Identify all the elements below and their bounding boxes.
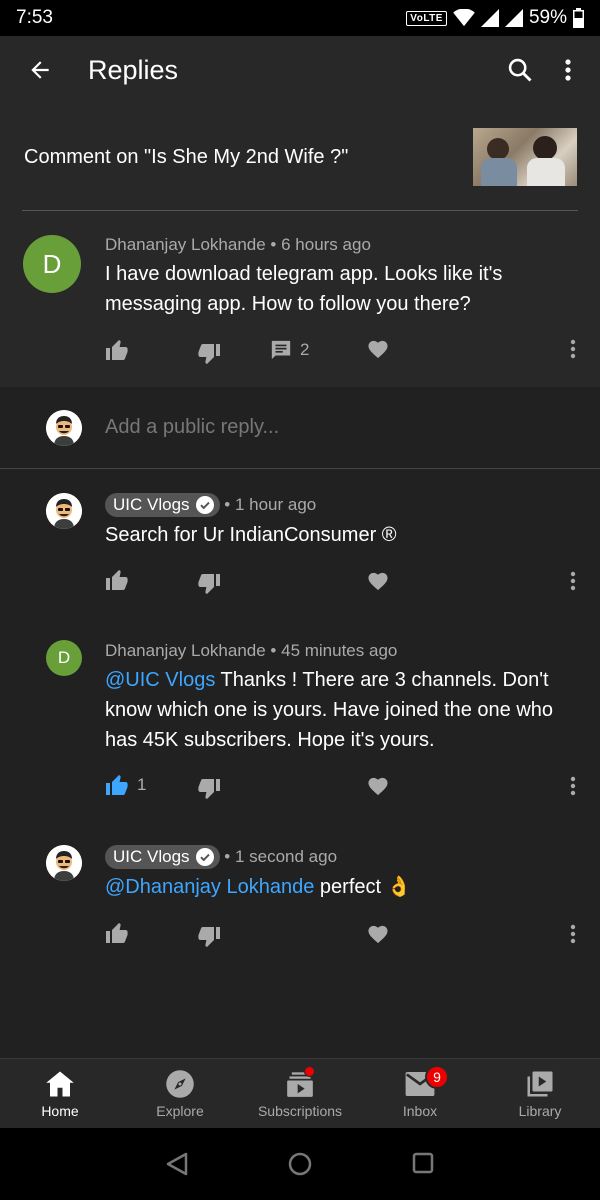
heart-icon[interactable] xyxy=(367,776,389,796)
main-comment: D Dhananjay Lokhande • 6 hours ago I hav… xyxy=(0,211,600,387)
like-icon[interactable] xyxy=(105,922,129,944)
like-icon-active[interactable]: 1 xyxy=(105,774,146,796)
video-header[interactable]: Comment on "Is She My 2nd Wife ?" xyxy=(0,104,600,212)
nav-library[interactable]: Library xyxy=(480,1059,600,1128)
reply-text: @Dhananjay Lokhande perfect 👌 xyxy=(105,872,575,902)
author-chip[interactable]: UIC Vlogs xyxy=(105,845,220,869)
home-icon xyxy=(45,1069,75,1099)
status-bar: 7:53 VoLTE 59% xyxy=(0,0,600,36)
search-icon[interactable] xyxy=(496,46,544,94)
battery-icon xyxy=(573,8,584,28)
avatar[interactable]: D xyxy=(46,640,82,676)
nav-label: Explore xyxy=(156,1103,204,1119)
verified-icon xyxy=(195,496,214,514)
like-count: 1 xyxy=(137,775,147,794)
nav-label: Subscriptions xyxy=(257,1103,343,1119)
dislike-icon[interactable] xyxy=(197,778,221,800)
heart-icon[interactable] xyxy=(367,924,389,944)
comment-author[interactable]: Dhananjay Lokhande xyxy=(105,235,266,254)
bottom-nav: Home Explore Subscriptions 9 Inbox Libra… xyxy=(0,1058,600,1128)
volte-indicator: VoLTE xyxy=(406,10,447,26)
reply-actions: 1 xyxy=(105,774,585,800)
system-recents-icon[interactable] xyxy=(412,1152,434,1174)
library-icon xyxy=(525,1069,555,1099)
nav-label: Library xyxy=(518,1103,562,1119)
reply-author[interactable]: Dhananjay Lokhande xyxy=(105,641,266,660)
mention-link[interactable]: @UIC Vlogs xyxy=(105,669,215,691)
status-time: 7:53 xyxy=(16,7,53,28)
heart-icon[interactable] xyxy=(367,571,389,591)
like-icon[interactable] xyxy=(105,339,129,361)
dislike-icon[interactable] xyxy=(197,573,221,595)
signal-icon-2 xyxy=(504,9,523,27)
reply-text: @UIC Vlogs Thanks ! There are 3 channels… xyxy=(105,665,575,755)
author-chip[interactable]: UIC Vlogs xyxy=(105,493,220,517)
nav-home[interactable]: Home xyxy=(0,1059,120,1128)
verified-icon xyxy=(195,848,214,866)
reply-more-icon[interactable] xyxy=(570,571,576,591)
heart-icon[interactable] xyxy=(367,339,389,359)
reply-time: 1 hour ago xyxy=(234,495,317,514)
reply-count[interactable]: 2 xyxy=(270,339,309,361)
reply-count-value: 2 xyxy=(300,340,310,359)
nav-explore[interactable]: Explore xyxy=(120,1059,240,1128)
reply-meta: UIC Vlogs • 1 hour ago xyxy=(105,493,316,517)
reply-actions xyxy=(105,922,585,948)
system-back-icon[interactable] xyxy=(165,1152,189,1176)
reply-box[interactable]: Add a public reply... xyxy=(0,387,600,469)
new-content-dot xyxy=(304,1066,315,1077)
reply-author: UIC Vlogs xyxy=(113,847,190,866)
comment-more-icon[interactable] xyxy=(570,339,576,359)
avatar[interactable]: D xyxy=(23,235,81,293)
system-nav-bar xyxy=(0,1128,600,1200)
comment-meta: Dhananjay Lokhande • 6 hours ago xyxy=(105,235,371,254)
reply-input[interactable]: Add a public reply... xyxy=(105,416,279,439)
page-title: Replies xyxy=(88,54,179,85)
reply-meta: Dhananjay Lokhande • 45 minutes ago xyxy=(105,641,398,660)
dislike-icon[interactable] xyxy=(197,343,221,365)
reply-text: Search for Ur IndianConsumer ® xyxy=(105,524,397,546)
dislike-icon[interactable] xyxy=(197,926,221,948)
nav-label: Inbox xyxy=(402,1103,438,1119)
reply-author: UIC Vlogs xyxy=(113,495,190,514)
comment-actions: 2 xyxy=(105,339,585,365)
reply-text-body: perfect 👌 xyxy=(314,876,412,898)
back-arrow-icon[interactable] xyxy=(16,46,64,94)
reply-time: 45 minutes ago xyxy=(281,641,398,660)
signal-icon xyxy=(480,9,499,27)
reply-more-icon[interactable] xyxy=(570,924,576,944)
video-thumbnail[interactable] xyxy=(473,128,577,186)
reply-meta: UIC Vlogs • 1 second ago xyxy=(105,845,337,869)
nav-subscriptions[interactable]: Subscriptions xyxy=(240,1059,360,1128)
user-avatar xyxy=(46,410,82,446)
nav-inbox[interactable]: 9 Inbox xyxy=(360,1059,480,1128)
reply-time: 1 second ago xyxy=(234,847,338,866)
system-home-icon[interactable] xyxy=(288,1152,312,1176)
app-bar: Replies xyxy=(0,36,600,104)
comment-on-title: Comment on "Is She My 2nd Wife ?" xyxy=(24,146,349,168)
like-icon[interactable] xyxy=(105,569,129,591)
comment-time: 6 hours ago xyxy=(281,235,371,254)
avatar[interactable] xyxy=(46,493,82,529)
avatar[interactable] xyxy=(46,845,82,881)
comment-icon xyxy=(271,340,291,360)
reply-more-icon[interactable] xyxy=(570,776,576,796)
wifi-icon xyxy=(453,9,475,27)
nav-label: Home xyxy=(41,1103,79,1119)
inbox-badge: 9 xyxy=(425,1065,449,1089)
comment-text: I have download telegram app. Looks like… xyxy=(105,263,503,315)
more-vert-icon[interactable] xyxy=(544,46,592,94)
mention-link[interactable]: @Dhananjay Lokhande xyxy=(105,876,314,898)
reply-actions xyxy=(105,569,585,595)
compass-icon xyxy=(165,1069,195,1099)
battery-percent: 59% xyxy=(528,7,567,28)
